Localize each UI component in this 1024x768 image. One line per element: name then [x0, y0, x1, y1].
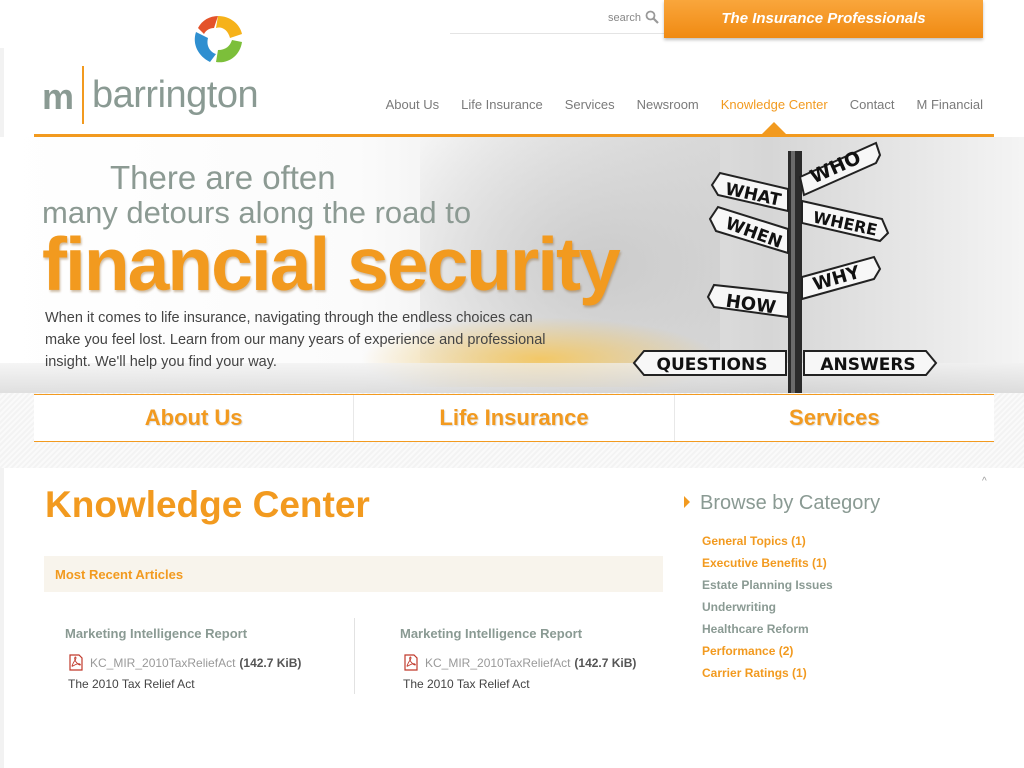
sign-when: WHEN: [708, 205, 789, 255]
file-size: (142.7 KiB): [239, 655, 302, 670]
svg-text:ANSWERS: ANSWERS: [820, 355, 915, 375]
tab-services[interactable]: Services: [673, 395, 994, 441]
article-card: Marketing Intelligence Report KC_MIR_201…: [400, 626, 690, 691]
pdf-icon: [404, 654, 418, 671]
nav-life-insurance[interactable]: Life Insurance: [461, 97, 543, 112]
sign-answers: ANSWERS: [803, 350, 938, 376]
active-nav-pointer: [762, 122, 786, 134]
article-title[interactable]: Marketing Intelligence Report: [400, 626, 690, 641]
search-box[interactable]: search: [450, 6, 665, 34]
nav-newsroom[interactable]: Newsroom: [637, 97, 699, 112]
logo-initial[interactable]: m: [42, 76, 74, 118]
hero-line-1: There are often: [110, 159, 336, 196]
sign-where: WHERE: [801, 199, 890, 243]
tagline-banner: The Insurance Professionals: [664, 0, 983, 38]
scroll-top-caret[interactable]: ^: [982, 476, 987, 487]
logo-swirl-icon[interactable]: [190, 12, 246, 68]
tab-about-us[interactable]: About Us: [34, 395, 353, 441]
nav-contact[interactable]: Contact: [850, 97, 895, 112]
category-general-topics[interactable]: General Topics (1): [702, 530, 833, 552]
hero-body-text: When it comes to life insurance, navigat…: [45, 310, 546, 370]
recent-articles-label: Most Recent Articles: [55, 567, 184, 582]
file-size: (142.7 KiB): [574, 655, 637, 670]
category-estate-planning: Estate Planning Issues: [702, 578, 833, 592]
article-file-row: KC_MIR_2010TaxReliefAct (142.7 KiB): [400, 654, 690, 671]
pdf-icon: [69, 654, 83, 671]
category-underwriting: Underwriting: [702, 600, 776, 614]
search-icon[interactable]: [645, 10, 659, 24]
article-description: The 2010 Tax Relief Act: [403, 677, 530, 691]
arrow-right-icon: [684, 496, 690, 508]
svg-text:WHAT: WHAT: [723, 179, 783, 210]
tab-life-insurance[interactable]: Life Insurance: [353, 395, 673, 441]
article-divider: [354, 618, 355, 694]
category-executive-benefits[interactable]: Executive Benefits (1): [702, 552, 833, 574]
article-title[interactable]: Marketing Intelligence Report: [65, 626, 355, 641]
svg-text:WHO: WHO: [807, 147, 864, 189]
logo-divider: [82, 66, 84, 124]
browse-title: Browse by Category: [700, 492, 881, 514]
svg-text:QUESTIONS: QUESTIONS: [657, 355, 768, 375]
hero-banner: There are often many detours along the r…: [0, 137, 1024, 393]
nav-services[interactable]: Services: [565, 97, 615, 112]
article-description: The 2010 Tax Relief Act: [68, 677, 195, 691]
nav-m-financial[interactable]: M Financial: [917, 97, 983, 112]
category-healthcare-reform: Healthcare Reform: [702, 622, 809, 636]
file-download-link[interactable]: KC_MIR_2010TaxReliefAct: [90, 656, 235, 670]
nav-knowledge-center[interactable]: Knowledge Center: [721, 97, 828, 112]
category-carrier-ratings[interactable]: Carrier Ratings (1): [702, 662, 833, 684]
nav-about-us[interactable]: About Us: [386, 97, 439, 112]
article-file-row: KC_MIR_2010TaxReliefAct (142.7 KiB): [65, 654, 355, 671]
sign-questions: QUESTIONS: [632, 350, 787, 376]
sign-what: WHAT: [710, 171, 789, 213]
signpost-illustration: WHO WHAT WHERE WHEN WHY HOW QUESTIONS AN…: [632, 141, 938, 393]
sign-who: WHO: [798, 141, 882, 197]
article-card: Marketing Intelligence Report KC_MIR_201…: [65, 626, 355, 691]
sign-why: WHY: [801, 255, 882, 301]
file-download-link[interactable]: KC_MIR_2010TaxReliefAct: [425, 656, 570, 670]
category-list: General Topics (1) Executive Benefits (1…: [702, 530, 833, 684]
sign-how: HOW: [706, 283, 789, 318]
logo-wordmark[interactable]: barrington: [92, 74, 259, 117]
category-performance[interactable]: Performance (2): [702, 640, 833, 662]
hero-headline: financial security: [42, 222, 621, 306]
recent-articles-header: Most Recent Articles: [44, 556, 663, 592]
feature-tabs: About Us Life Insurance Services: [34, 394, 994, 442]
page-title: Knowledge Center: [45, 484, 370, 525]
search-label[interactable]: search: [608, 12, 641, 24]
svg-text:WHY: WHY: [811, 262, 864, 296]
main-nav: About Us Life Insurance Services Newsroo…: [386, 97, 983, 112]
